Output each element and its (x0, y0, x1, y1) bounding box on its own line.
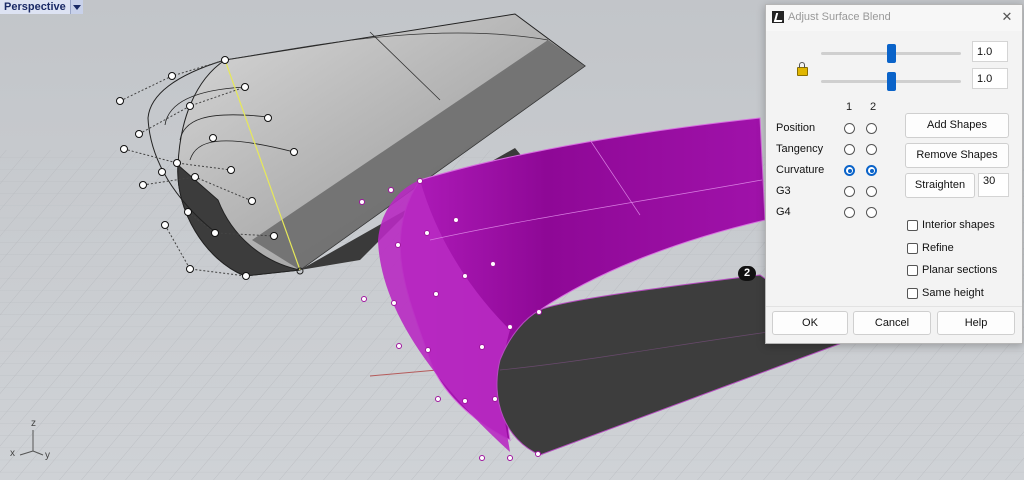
dialog-title: Adjust Surface Blend (788, 11, 891, 23)
checkbox-refine[interactable] (907, 242, 918, 254)
button-separator (766, 306, 1022, 307)
viewport-menu-chevron-down-icon[interactable] (70, 0, 83, 14)
radio-g4-edge-1[interactable] (844, 207, 855, 218)
slider-2-thumb[interactable] (887, 72, 896, 91)
continuity-label-g4: G4 (776, 206, 791, 218)
blend-slider-2[interactable] (821, 72, 961, 91)
axis-label-x: x (10, 448, 15, 459)
radio-g3-edge-2[interactable] (866, 186, 877, 197)
radio-position-edge-1[interactable] (844, 123, 855, 134)
add-shapes-button[interactable]: Add Shapes (905, 113, 1009, 138)
lock-icon[interactable] (797, 62, 808, 76)
remove-shapes-button[interactable]: Remove Shapes (905, 143, 1009, 168)
slider-2-value-field[interactable]: 1.0 (972, 68, 1008, 89)
help-button[interactable]: Help (937, 311, 1015, 335)
continuity-label-position: Position (776, 122, 816, 134)
viewport-title-tab[interactable]: Perspective (0, 0, 83, 14)
radio-curvature-edge-1[interactable] (844, 165, 855, 176)
checkbox-same-height[interactable] (907, 287, 918, 299)
dialog-titlebar[interactable]: Adjust Surface Blend ✕ (766, 5, 1022, 31)
column-header-2: 2 (870, 101, 877, 113)
checkbox-planar-sections[interactable] (907, 265, 918, 276)
continuity-label-g3: G3 (776, 185, 791, 197)
straighten-value-field[interactable]: 30 (978, 173, 1009, 197)
adjust-surface-blend-dialog[interactable]: Adjust Surface Blend ✕ 1.0 1.0 1 2 Add S… (765, 4, 1023, 344)
radio-g3-edge-1[interactable] (844, 186, 855, 197)
slider-1-thumb[interactable] (887, 44, 896, 63)
cancel-button[interactable]: Cancel (853, 311, 931, 335)
column-header-1: 1 (846, 101, 853, 113)
radio-tangency-edge-1[interactable] (844, 144, 855, 155)
slider-1-value-field[interactable]: 1.0 (972, 41, 1008, 62)
ok-button[interactable]: OK (772, 311, 848, 335)
checkbox-label-refine[interactable]: Refine (922, 242, 954, 254)
rhino-app-icon (772, 11, 784, 23)
continuity-label-tangency: Tangency (776, 143, 824, 155)
radio-curvature-edge-2[interactable] (866, 165, 877, 176)
straighten-button[interactable]: Straighten (905, 173, 975, 198)
radio-tangency-edge-2[interactable] (866, 144, 877, 155)
radio-g4-edge-2[interactable] (866, 207, 877, 218)
checkbox-label-same-height[interactable]: Same height (922, 287, 984, 299)
blend-slider-1[interactable] (821, 44, 961, 63)
checkbox-label-planar-sections[interactable]: Planar sections (922, 264, 997, 276)
axis-label-z: z (31, 418, 36, 429)
edge-2-badge: 2 (738, 266, 756, 281)
checkbox-label-interior-shapes[interactable]: Interior shapes (922, 219, 995, 231)
radio-position-edge-2[interactable] (866, 123, 877, 134)
checkbox-interior-shapes[interactable] (907, 220, 918, 231)
viewport-name[interactable]: Perspective (0, 0, 71, 14)
close-icon[interactable]: ✕ (998, 8, 1016, 26)
continuity-label-curvature: Curvature (776, 164, 825, 176)
axis-label-y: y (45, 450, 50, 461)
